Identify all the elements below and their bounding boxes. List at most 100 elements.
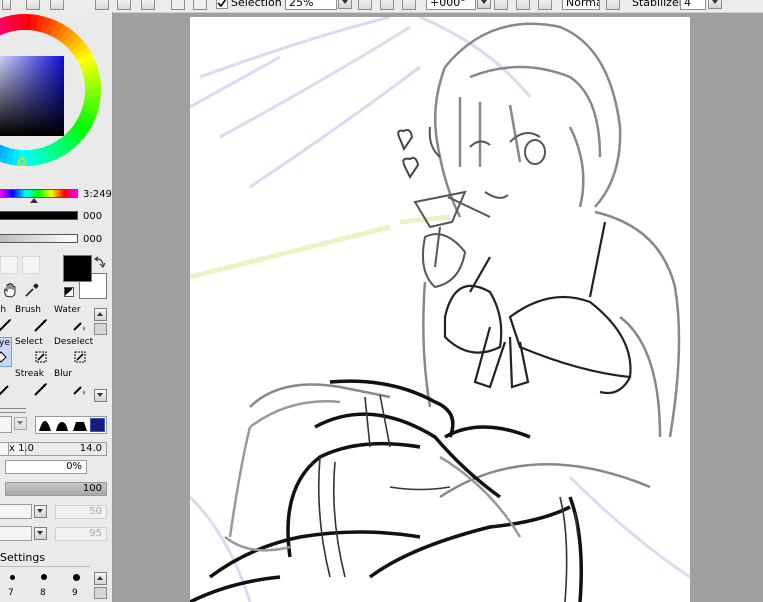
- dropdown-button[interactable]: [95, 0, 109, 10]
- texture-dropdown[interactable]: [0, 504, 32, 519]
- tool-grid: ush Brush Water ye Select Deselect Str: [0, 305, 94, 405]
- tool-grid-divider: [0, 408, 26, 413]
- rotation-select[interactable]: +000°: [426, 0, 476, 10]
- zoom-in-button[interactable]: [380, 0, 394, 10]
- tool-scroll-up-button[interactable]: [94, 308, 107, 321]
- top-toolbar: Selection 25% +000° Normal Stabilizer 4: [0, 0, 763, 13]
- tool-water-label: Water: [54, 305, 81, 315]
- tool-select[interactable]: Select: [13, 337, 51, 367]
- blend-mode-select[interactable]: Normal: [562, 0, 600, 10]
- density-slider[interactable]: 100: [5, 482, 107, 496]
- tool-streak-label: Streak: [15, 369, 45, 379]
- size-preset-dot: [10, 575, 15, 580]
- tool-eraser-label: ye: [0, 338, 10, 348]
- size-preset-label: 9: [72, 588, 78, 598]
- transform-icon[interactable]: [171, 0, 185, 10]
- rotation-dropdown-button[interactable]: [477, 0, 491, 9]
- effect-dropdown[interactable]: [0, 526, 32, 541]
- drawing-canvas[interactable]: [190, 17, 690, 602]
- stabilizer-dropdown-button[interactable]: [708, 0, 722, 9]
- rotate-left-button[interactable]: [494, 0, 508, 10]
- flip-icon[interactable]: [193, 0, 207, 10]
- tool-blur[interactable]: Blur: [52, 369, 90, 399]
- canvas-workspace[interactable]: [113, 13, 763, 602]
- size-presets-divider: [0, 566, 90, 567]
- rotate-right-button[interactable]: [516, 0, 530, 10]
- grid-dense-icon[interactable]: [26, 0, 40, 10]
- select-icon: [35, 351, 47, 363]
- size-preset-dot: [73, 574, 80, 581]
- water-brush-icon: [73, 322, 85, 331]
- selection-checkbox[interactable]: [216, 0, 228, 9]
- zoom-reset-button[interactable]: [402, 0, 416, 10]
- preset-scroll-up-button[interactable]: [94, 572, 107, 585]
- swap-colors-icon[interactable]: [94, 256, 106, 268]
- tool-blur-label: Blur: [54, 369, 73, 379]
- size-preset-9[interactable]: 9: [68, 570, 86, 600]
- tool-scroll-down-button[interactable]: [94, 389, 107, 402]
- size-preset-8[interactable]: 8: [36, 570, 54, 600]
- brush-icon: [34, 319, 47, 332]
- hand-tool-icon[interactable]: [2, 282, 18, 298]
- invert-selection-icon[interactable]: [141, 0, 155, 10]
- layer-icon[interactable]: [50, 0, 64, 10]
- sketch-artwork: [190, 17, 690, 602]
- size-preset-7[interactable]: 7: [4, 570, 22, 600]
- primary-color-swatch[interactable]: [63, 255, 92, 282]
- size-field[interactable]: 14.0: [8, 442, 107, 456]
- tool-scrollbar-thumb[interactable]: [94, 323, 107, 335]
- selection-label: Selection: [231, 0, 282, 9]
- stabilizer-label: Stabilizer: [632, 0, 684, 9]
- effect-strength-field[interactable]: 95: [55, 527, 107, 541]
- rotation-reset-button[interactable]: [538, 0, 552, 10]
- deselect-icon[interactable]: [117, 0, 131, 10]
- preset-scrollbar-thumb[interactable]: [94, 587, 107, 599]
- size-preset-label: 8: [40, 588, 46, 598]
- hue-value: 3:249: [83, 189, 112, 200]
- value-slider[interactable]: [0, 234, 78, 243]
- color-wheel[interactable]: [0, 12, 102, 182]
- tool-brush-label: Brush: [15, 305, 41, 315]
- texture-dropdown-button[interactable]: [34, 505, 47, 518]
- tool-water[interactable]: Water: [52, 305, 90, 335]
- tool-streak[interactable]: Streak: [13, 369, 51, 399]
- min-size-field[interactable]: 0%: [5, 460, 87, 474]
- tool-airbrush-label: ush: [0, 305, 7, 315]
- grid-icon[interactable]: [2, 0, 11, 10]
- value-value: 000: [83, 234, 103, 245]
- eraser-icon: [0, 351, 7, 363]
- tool-brush[interactable]: Brush: [13, 305, 51, 335]
- saturation-slider[interactable]: [0, 211, 78, 220]
- streak-icon: [34, 383, 47, 396]
- flip-canvas-button[interactable]: [606, 0, 620, 10]
- zoom-out-button[interactable]: [358, 0, 372, 10]
- hue-slider[interactable]: [0, 189, 78, 198]
- tool-deselect-label: Deselect: [54, 337, 94, 347]
- deselect-icon: [74, 351, 86, 363]
- blur-icon: [73, 386, 85, 395]
- tool-select-label: Select: [15, 337, 43, 347]
- brush-mode-dropdown-button[interactable]: [14, 417, 27, 430]
- smudge-icon: [0, 385, 9, 396]
- size-preset-label: 7: [8, 588, 14, 598]
- left-panel: 3:249 000 000 ush Brush Water: [0, 12, 113, 602]
- advanced-settings-label[interactable]: Settings: [0, 552, 45, 564]
- brush-mode-dropdown[interactable]: [0, 416, 12, 433]
- zoom-select[interactable]: 25%: [285, 0, 337, 10]
- reset-colors-icon[interactable]: [64, 287, 74, 297]
- swatch-empty-2[interactable]: [22, 256, 40, 274]
- eyedropper-icon[interactable]: [24, 282, 40, 298]
- brush-shape-selector[interactable]: [35, 416, 107, 434]
- zoom-dropdown-button[interactable]: [338, 0, 352, 9]
- tool-eraser[interactable]: ye: [0, 337, 12, 367]
- swatch-empty-1[interactable]: [0, 256, 18, 274]
- brush-shape-selected[interactable]: [90, 418, 105, 432]
- hue-slider-marker: [30, 198, 38, 203]
- effect-dropdown-button[interactable]: [34, 527, 47, 540]
- size-preset-dot: [41, 574, 47, 580]
- airbrush-icon: [0, 319, 11, 332]
- texture-strength-field[interactable]: 50: [55, 505, 107, 519]
- tool-deselect[interactable]: Deselect: [52, 337, 94, 367]
- stabilizer-select[interactable]: 4: [680, 0, 706, 10]
- saturation-value: 000: [83, 211, 103, 222]
